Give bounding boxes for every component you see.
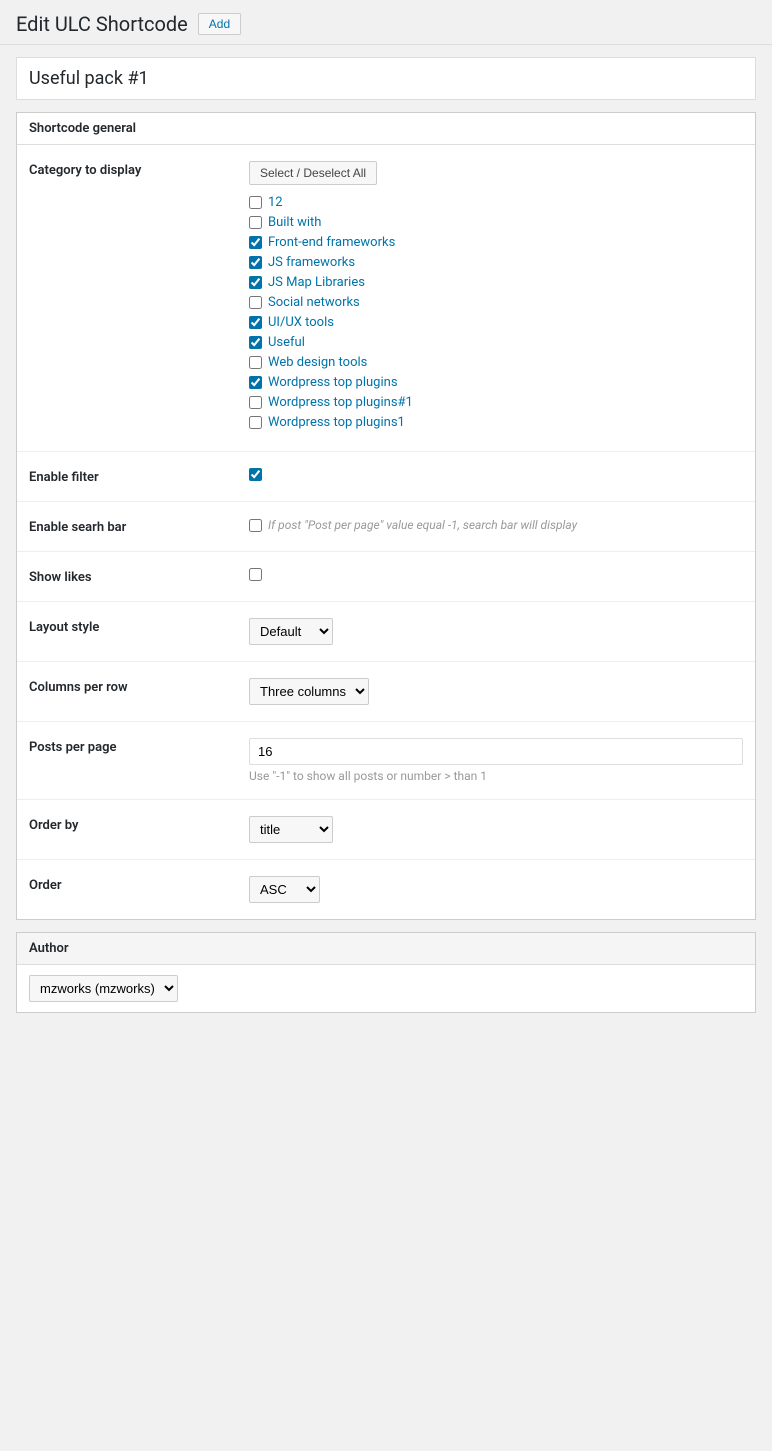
field-label-columns-per-row: Columns per row bbox=[29, 678, 249, 695]
posts-per-page-hint: Use "-1" to show all posts or number > t… bbox=[249, 769, 743, 783]
label-cat_jsfw[interactable]: JS frameworks bbox=[268, 255, 355, 270]
add-button[interactable]: Add bbox=[198, 13, 241, 35]
page-title: Edit ULC Shortcode bbox=[16, 12, 188, 36]
field-label-order: Order bbox=[29, 876, 249, 893]
shortcode-general-metabox: Shortcode general Category to display Se… bbox=[16, 112, 756, 920]
label-cat_webdesign[interactable]: Web design tools bbox=[268, 355, 367, 370]
author-metabox: Author mzworks (mzworks) bbox=[16, 932, 756, 1013]
label-cat_wptop1[interactable]: Wordpress top plugins#1 bbox=[268, 395, 413, 410]
checkbox-cat_12[interactable] bbox=[249, 196, 262, 209]
list-item: Wordpress top plugins#1 bbox=[249, 395, 743, 410]
label-cat_12[interactable]: 12 bbox=[268, 195, 283, 210]
field-value-category: Select / Deselect All 12 Built with Front-… bbox=[249, 161, 743, 435]
category-checkbox-list: 12 Built with Front-end frameworks JS frame… bbox=[249, 195, 743, 430]
field-label-category: Category to display bbox=[29, 161, 249, 178]
field-columns-per-row: Columns per row One columnTwo columnsThr… bbox=[17, 662, 755, 722]
list-item: Front-end frameworks bbox=[249, 235, 743, 250]
order-by-select[interactable]: titledateIDauthorrandmodified bbox=[249, 816, 333, 843]
post-title-display: Useful pack #1 bbox=[16, 57, 756, 100]
author-box-title: Author bbox=[17, 933, 755, 965]
label-cat_social[interactable]: Social networks bbox=[268, 295, 360, 310]
checkbox-cat_wptop[interactable] bbox=[249, 376, 262, 389]
label-cat_builtwith[interactable]: Built with bbox=[268, 215, 321, 230]
field-show-likes: Show likes bbox=[17, 552, 755, 602]
field-label-show-likes: Show likes bbox=[29, 568, 249, 585]
enable-search-bar-checkbox[interactable] bbox=[249, 519, 262, 532]
field-label-enable-filter: Enable filter bbox=[29, 468, 249, 485]
label-cat_wptop[interactable]: Wordpress top plugins bbox=[268, 375, 398, 390]
metabox-content: Category to display Select / Deselect Al… bbox=[17, 145, 755, 919]
checkbox-cat_social[interactable] bbox=[249, 296, 262, 309]
checkbox-cat_wptop1b[interactable] bbox=[249, 416, 262, 429]
checkbox-cat_builtwith[interactable] bbox=[249, 216, 262, 229]
list-item: Social networks bbox=[249, 295, 743, 310]
checkbox-cat_webdesign[interactable] bbox=[249, 356, 262, 369]
field-value-enable-filter bbox=[249, 468, 743, 485]
enable-filter-checkbox[interactable] bbox=[249, 468, 262, 481]
list-item: UI/UX tools bbox=[249, 315, 743, 330]
author-box-content: mzworks (mzworks) bbox=[17, 965, 755, 1012]
field-value-show-likes bbox=[249, 568, 743, 585]
label-cat_useful[interactable]: Useful bbox=[268, 335, 305, 350]
checkbox-cat_jsfw[interactable] bbox=[249, 256, 262, 269]
search-bar-hint: If post "Post per page" value equal -1, … bbox=[268, 518, 577, 532]
list-item: JS Map Libraries bbox=[249, 275, 743, 290]
list-item: Wordpress top plugins bbox=[249, 375, 743, 390]
label-cat_wptop1b[interactable]: Wordpress top plugins1 bbox=[268, 415, 405, 430]
label-cat_jsmaplib[interactable]: JS Map Libraries bbox=[268, 275, 365, 290]
list-item: 12 bbox=[249, 195, 743, 210]
checkbox-cat_uiux[interactable] bbox=[249, 316, 262, 329]
field-order-by: Order by titledateIDauthorrandmodified bbox=[17, 800, 755, 860]
label-cat_frontend[interactable]: Front-end frameworks bbox=[268, 235, 395, 250]
field-posts-per-page: Posts per page Use "-1" to show all post… bbox=[17, 722, 755, 800]
order-select[interactable]: ASCDESC bbox=[249, 876, 320, 903]
metabox-title: Shortcode general bbox=[17, 113, 755, 145]
field-order: Order ASCDESC bbox=[17, 860, 755, 919]
checkbox-cat_frontend[interactable] bbox=[249, 236, 262, 249]
layout-style-select[interactable]: DefaultGridListMasonry bbox=[249, 618, 333, 645]
checkbox-cat_useful[interactable] bbox=[249, 336, 262, 349]
checkbox-cat_wptop1[interactable] bbox=[249, 396, 262, 409]
field-enable-filter: Enable filter bbox=[17, 452, 755, 502]
field-enable-search-bar: Enable searh bar If post "Post per page"… bbox=[17, 502, 755, 552]
select-deselect-button[interactable]: Select / Deselect All bbox=[249, 161, 377, 185]
list-item: Useful bbox=[249, 335, 743, 350]
page-header: Edit ULC Shortcode Add bbox=[0, 0, 772, 45]
field-value-enable-search-bar: If post "Post per page" value equal -1, … bbox=[249, 518, 743, 532]
field-value-order: ASCDESC bbox=[249, 876, 743, 903]
list-item: JS frameworks bbox=[249, 255, 743, 270]
checkbox-cat_jsmaplib[interactable] bbox=[249, 276, 262, 289]
field-value-posts-per-page: Use "-1" to show all posts or number > t… bbox=[249, 738, 743, 783]
field-value-order-by: titledateIDauthorrandmodified bbox=[249, 816, 743, 843]
list-item: Built with bbox=[249, 215, 743, 230]
columns-per-row-select[interactable]: One columnTwo columnsThree columnsFour c… bbox=[249, 678, 369, 705]
field-label-enable-search-bar: Enable searh bar bbox=[29, 518, 249, 535]
label-cat_uiux[interactable]: UI/UX tools bbox=[268, 315, 334, 330]
field-label-layout-style: Layout style bbox=[29, 618, 249, 635]
field-value-columns-per-row: One columnTwo columnsThree columnsFour c… bbox=[249, 678, 743, 705]
field-value-layout-style: DefaultGridListMasonry bbox=[249, 618, 743, 645]
author-select[interactable]: mzworks (mzworks) bbox=[29, 975, 178, 1002]
field-layout-style: Layout style DefaultGridListMasonry bbox=[17, 602, 755, 662]
posts-per-page-input[interactable] bbox=[249, 738, 743, 765]
field-label-posts-per-page: Posts per page bbox=[29, 738, 249, 755]
list-item: Wordpress top plugins1 bbox=[249, 415, 743, 430]
field-label-order-by: Order by bbox=[29, 816, 249, 833]
field-category: Category to display Select / Deselect Al… bbox=[17, 145, 755, 452]
show-likes-checkbox[interactable] bbox=[249, 568, 262, 581]
list-item: Web design tools bbox=[249, 355, 743, 370]
